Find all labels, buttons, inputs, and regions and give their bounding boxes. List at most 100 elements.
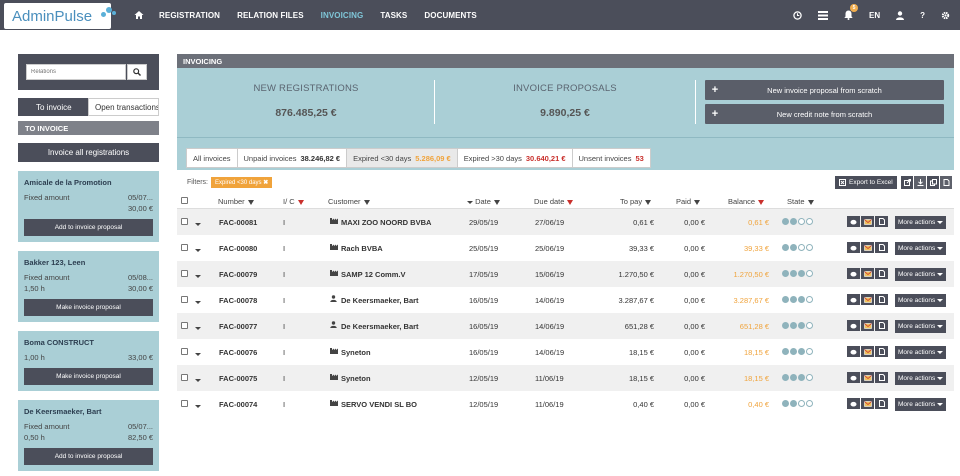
more-actions-dropdown[interactable]: More actions <box>895 268 947 281</box>
row-checkbox[interactable] <box>181 218 188 227</box>
to-invoice-card[interactable]: Boma CONSTRUCT 1,00 h 33,00 € Make invoice … <box>18 331 159 391</box>
invoice-number[interactable]: FAC-00078 <box>219 296 257 305</box>
row-checkbox[interactable] <box>181 400 188 409</box>
invoice-number[interactable]: FAC-00075 <box>219 374 257 383</box>
table-row[interactable]: FAC-00074 I SERVO VENDI SL BO 12/05/19 11/06… <box>177 391 954 417</box>
card-action-button[interactable]: Add to invoice proposal <box>24 219 153 236</box>
language-selector[interactable]: EN <box>869 11 880 20</box>
row-expand-caret-icon[interactable] <box>195 245 201 254</box>
piggy-bank-icon[interactable] <box>847 320 860 331</box>
nav-documents[interactable]: DOCUMENTS <box>424 11 476 20</box>
to-invoice-card[interactable]: De Keersmaeker, Bart Fixed amount 05/07...… <box>18 400 159 471</box>
home-icon[interactable] <box>133 9 145 21</box>
row-expand-caret-icon[interactable] <box>195 375 201 384</box>
table-row[interactable]: FAC-00077 I De Keersmaeker, Bart 16/05/19 14… <box>177 313 954 339</box>
document-icon[interactable] <box>875 268 888 279</box>
remove-filter-icon[interactable]: ✖ <box>263 180 268 186</box>
copy-icon[interactable] <box>927 176 939 189</box>
document-icon[interactable] <box>875 242 888 253</box>
mail-icon[interactable] <box>861 242 874 253</box>
nav-tasks[interactable]: TASKS <box>380 11 407 20</box>
piggy-bank-icon[interactable] <box>847 268 860 279</box>
export-to-excel-button[interactable]: Export to Excel <box>835 176 897 189</box>
invoice-number[interactable]: FAC-00080 <box>219 244 257 253</box>
mail-icon[interactable] <box>861 268 874 279</box>
customer-name[interactable]: SERVO VENDI SL BO <box>341 400 417 409</box>
piggy-bank-icon[interactable] <box>847 242 860 253</box>
mail-icon[interactable] <box>861 294 874 305</box>
table-row[interactable]: FAC-00076 I Syneton 16/05/19 14/06/19 18,15 €… <box>177 339 954 365</box>
card-action-button[interactable]: Add to invoice proposal <box>24 448 153 465</box>
row-expand-caret-icon[interactable] <box>195 349 201 358</box>
toggle-open-transactions[interactable]: Open transactions <box>88 98 159 116</box>
more-actions-dropdown[interactable]: More actions <box>895 372 947 385</box>
to-invoice-card[interactable]: Amicale de la Promotion Fixed amount 05/07… <box>18 171 159 242</box>
customer-name[interactable]: Rach BVBA <box>341 244 383 253</box>
mail-icon[interactable] <box>861 346 874 357</box>
column-state[interactable]: State <box>787 197 814 206</box>
piggy-bank-icon[interactable] <box>847 216 860 227</box>
nav-invoicing[interactable]: INVOICING <box>321 11 364 20</box>
customer-name[interactable]: Syneton <box>341 374 371 383</box>
column-customer[interactable]: Customer <box>328 197 370 206</box>
row-expand-caret-icon[interactable] <box>195 297 201 306</box>
active-filter-chip[interactable]: Expired <30 days ✖ <box>211 176 273 188</box>
tab-expired-30-days[interactable]: Expired <30 days 5.286,09 € <box>346 148 458 168</box>
help-icon[interactable]: ? <box>920 11 925 20</box>
mail-icon[interactable] <box>861 398 874 409</box>
row-expand-caret-icon[interactable] <box>195 219 201 228</box>
document-icon[interactable] <box>875 398 888 409</box>
column-due-date[interactable]: Due date <box>534 197 574 206</box>
document-icon[interactable] <box>875 346 888 357</box>
more-actions-dropdown[interactable]: More actions <box>895 242 947 255</box>
table-row[interactable]: FAC-00078 I De Keersmaeker, Bart 16/05/19 14… <box>177 287 954 313</box>
search-button[interactable] <box>127 64 147 80</box>
tab-unsent-invoices[interactable]: Unsent invoices 53 <box>571 148 651 168</box>
tab-expired-30-days[interactable]: Expired >30 days 30.640,21 € <box>456 148 573 168</box>
invoice-number[interactable]: FAC-00074 <box>219 400 257 409</box>
to-invoice-card[interactable]: Bakker 123, Leen Fixed amount 05/08... 1,50… <box>18 251 159 322</box>
adminpulse-logo[interactable]: AdminPulse <box>4 3 116 29</box>
document-icon[interactable] <box>875 372 888 383</box>
relations-search-input[interactable] <box>26 64 126 80</box>
mail-icon[interactable] <box>861 216 874 227</box>
column-date[interactable]: Date <box>467 197 500 206</box>
nav-registration[interactable]: REGISTRATION <box>159 11 220 20</box>
row-checkbox[interactable] <box>181 322 188 331</box>
more-actions-dropdown[interactable]: More actions <box>895 320 947 333</box>
invoice-number[interactable]: FAC-00076 <box>219 348 257 357</box>
card-action-button[interactable]: Make invoice proposal <box>24 368 153 385</box>
customer-name[interactable]: De Keersmaeker, Bart <box>341 296 419 305</box>
notifications-bell-icon[interactable]: 5 <box>844 4 858 20</box>
piggy-bank-icon[interactable] <box>847 346 860 357</box>
table-row[interactable]: FAC-00081 I MAXI ZOO NOORD BVBA 29/05/19 27/… <box>177 209 954 235</box>
row-expand-caret-icon[interactable] <box>195 323 201 332</box>
more-actions-dropdown[interactable]: More actions <box>895 346 947 359</box>
mail-icon[interactable] <box>861 372 874 383</box>
row-checkbox[interactable] <box>181 348 188 357</box>
customer-name[interactable]: De Keersmaeker, Bart <box>341 322 419 331</box>
piggy-bank-icon[interactable] <box>847 372 860 383</box>
row-checkbox[interactable] <box>181 244 188 253</box>
customer-name[interactable]: MAXI ZOO NOORD BVBA <box>341 218 431 227</box>
download-icon[interactable] <box>914 176 926 189</box>
settings-gear-icon[interactable] <box>941 11 950 20</box>
column-number[interactable]: Number <box>218 197 254 206</box>
tab-unpaid-invoices[interactable]: Unpaid invoices 38.246,82 € <box>236 148 348 168</box>
document-icon[interactable] <box>875 294 888 305</box>
more-actions-dropdown[interactable]: More actions <box>895 216 947 229</box>
row-checkbox[interactable] <box>181 296 188 305</box>
table-row[interactable]: FAC-00079 I SAMP 12 Comm.V 17/05/19 15/06/19… <box>177 261 954 287</box>
pdf-icon[interactable] <box>940 176 952 189</box>
tab-all-invoices[interactable]: All invoices <box>186 148 238 168</box>
invoice-number[interactable]: FAC-00077 <box>219 322 257 331</box>
invoice-all-registrations-button[interactable]: Invoice all registrations <box>18 143 159 162</box>
more-actions-dropdown[interactable]: More actions <box>895 294 947 307</box>
piggy-bank-icon[interactable] <box>847 398 860 409</box>
row-checkbox[interactable] <box>181 270 188 279</box>
toggle-to-invoice[interactable]: To invoice <box>18 98 88 116</box>
select-all-checkbox[interactable] <box>181 197 188 206</box>
table-row[interactable]: FAC-00080 I Rach BVBA 25/05/19 25/06/19 39,33… <box>177 235 954 261</box>
more-actions-dropdown[interactable]: More actions <box>895 398 947 411</box>
piggy-bank-icon[interactable] <box>847 294 860 305</box>
